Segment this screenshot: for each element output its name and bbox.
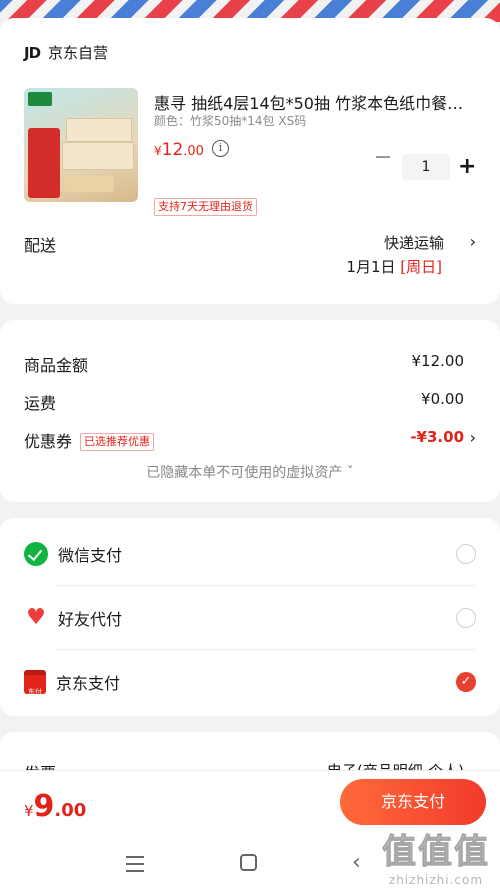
chevron-right-icon[interactable]: › <box>470 428 476 447</box>
payment-option-label: 微信支付 <box>58 546 123 565</box>
price-integer: 12 <box>161 140 184 160</box>
chevron-right-icon[interactable]: › <box>470 232 476 251</box>
price-summary-card: 商品金额 ¥12.00 运费 ¥0.00 优惠券 已选推荐优惠 -¥3.00 › … <box>0 320 500 502</box>
goods-amount-label: 商品金额 <box>24 356 89 375</box>
menu-icon[interactable] <box>126 856 144 877</box>
freight-value: ¥0.00 <box>421 390 464 408</box>
quantity-decrease-button[interactable] <box>376 156 390 158</box>
freight-label: 运费 <box>24 394 57 413</box>
payment-method-card: 微信支付 ♥ 好友代付 东付 京东支付 ✓ <box>0 518 500 716</box>
shipping-method[interactable]: 快递运输 <box>384 232 444 253</box>
brand-logo-icon <box>28 92 52 106</box>
watermark-logo: 值值值 <box>382 832 490 873</box>
product-price: ¥12.00 <box>154 140 204 160</box>
quantity-increase-button[interactable]: + <box>458 155 476 179</box>
shipping-label: 配送 <box>24 236 57 255</box>
radio-unselected-icon[interactable] <box>456 544 476 564</box>
coupon-label-group: 优惠券 已选推荐优惠 <box>24 428 155 452</box>
coupon-row[interactable]: 优惠券 已选推荐优惠 -¥3.00 <box>24 428 464 452</box>
promo-panel <box>28 128 60 198</box>
coupon-recommend-tag: 已选推荐优惠 <box>80 433 155 451</box>
order-item-card: JD 京东自营 惠寻 抽纸4层14包*50抽 竹浆本色纸巾餐… 颜色：竹浆50抽… <box>0 18 500 304</box>
radio-unselected-icon[interactable] <box>456 608 476 628</box>
price-symbol: ¥ <box>154 144 162 158</box>
product-image[interactable] <box>24 88 138 202</box>
delivery-date[interactable]: 1月1日 [周日] <box>346 256 442 277</box>
wechat-pay-icon <box>24 542 48 566</box>
home-icon[interactable] <box>240 854 257 871</box>
payment-option-jd[interactable]: 东付 京东支付 ✓ <box>24 650 476 714</box>
tissue-pack-icon <box>62 142 134 170</box>
order-total: ¥9.00 <box>24 789 86 824</box>
radio-checked-icon[interactable]: ✓ <box>456 672 476 692</box>
return-policy-tag: 支持7天无理由退货 <box>154 198 257 216</box>
coupon-value[interactable]: -¥3.00 <box>410 428 464 452</box>
goods-amount-row: 商品金额 ¥12.00 <box>24 352 464 376</box>
system-navigation-bar: ‹ 值值值 zhizhizhi.com <box>0 832 500 893</box>
product-spec[interactable]: 颜色：竹浆50抽*14包 XS码 <box>154 112 306 129</box>
submit-payment-button[interactable]: 京东支付 <box>340 779 486 825</box>
back-icon[interactable]: ‹ <box>352 850 361 875</box>
product-title[interactable]: 惠寻 抽纸4层14包*50抽 竹浆本色纸巾餐… <box>154 90 474 114</box>
price-info-icon[interactable]: i <box>212 140 229 157</box>
watermark: 值值值 zhizhizhi.com <box>382 824 490 888</box>
store-name: 京东自营 <box>48 44 109 62</box>
tissue-pack-icon <box>66 118 132 142</box>
payment-option-label: 好友代付 <box>58 610 123 629</box>
quantity-input[interactable]: 1 <box>402 154 450 180</box>
price-decimal: .00 <box>183 144 204 159</box>
payment-option-label: 京东支付 <box>56 674 121 693</box>
payment-option-wechat[interactable]: 微信支付 <box>24 522 476 586</box>
delivery-date-value: 1月1日 <box>346 258 396 276</box>
jd-pay-icon: 东付 <box>24 670 46 696</box>
goods-amount-value: ¥12.00 <box>411 352 465 370</box>
watermark-url: zhizhizhi.com <box>388 873 484 887</box>
delivery-weekday: [周日] <box>400 258 442 276</box>
total-integer: 9 <box>33 789 55 824</box>
jd-logo-icon: JD <box>24 43 41 62</box>
store-header: JD 京东自营 <box>24 42 108 63</box>
total-symbol: ¥ <box>24 802 34 820</box>
heart-icon: ♥ <box>26 605 46 630</box>
pack-count-badge <box>64 176 114 192</box>
payment-option-friend[interactable]: ♥ 好友代付 <box>24 586 476 650</box>
freight-row: 运费 ¥0.00 <box>24 390 464 414</box>
coupon-label: 优惠券 <box>24 432 73 451</box>
hidden-assets-toggle[interactable]: 已隐藏本单不可使用的虚拟资产 ˇ <box>0 462 500 482</box>
total-decimal: .00 <box>54 800 87 821</box>
